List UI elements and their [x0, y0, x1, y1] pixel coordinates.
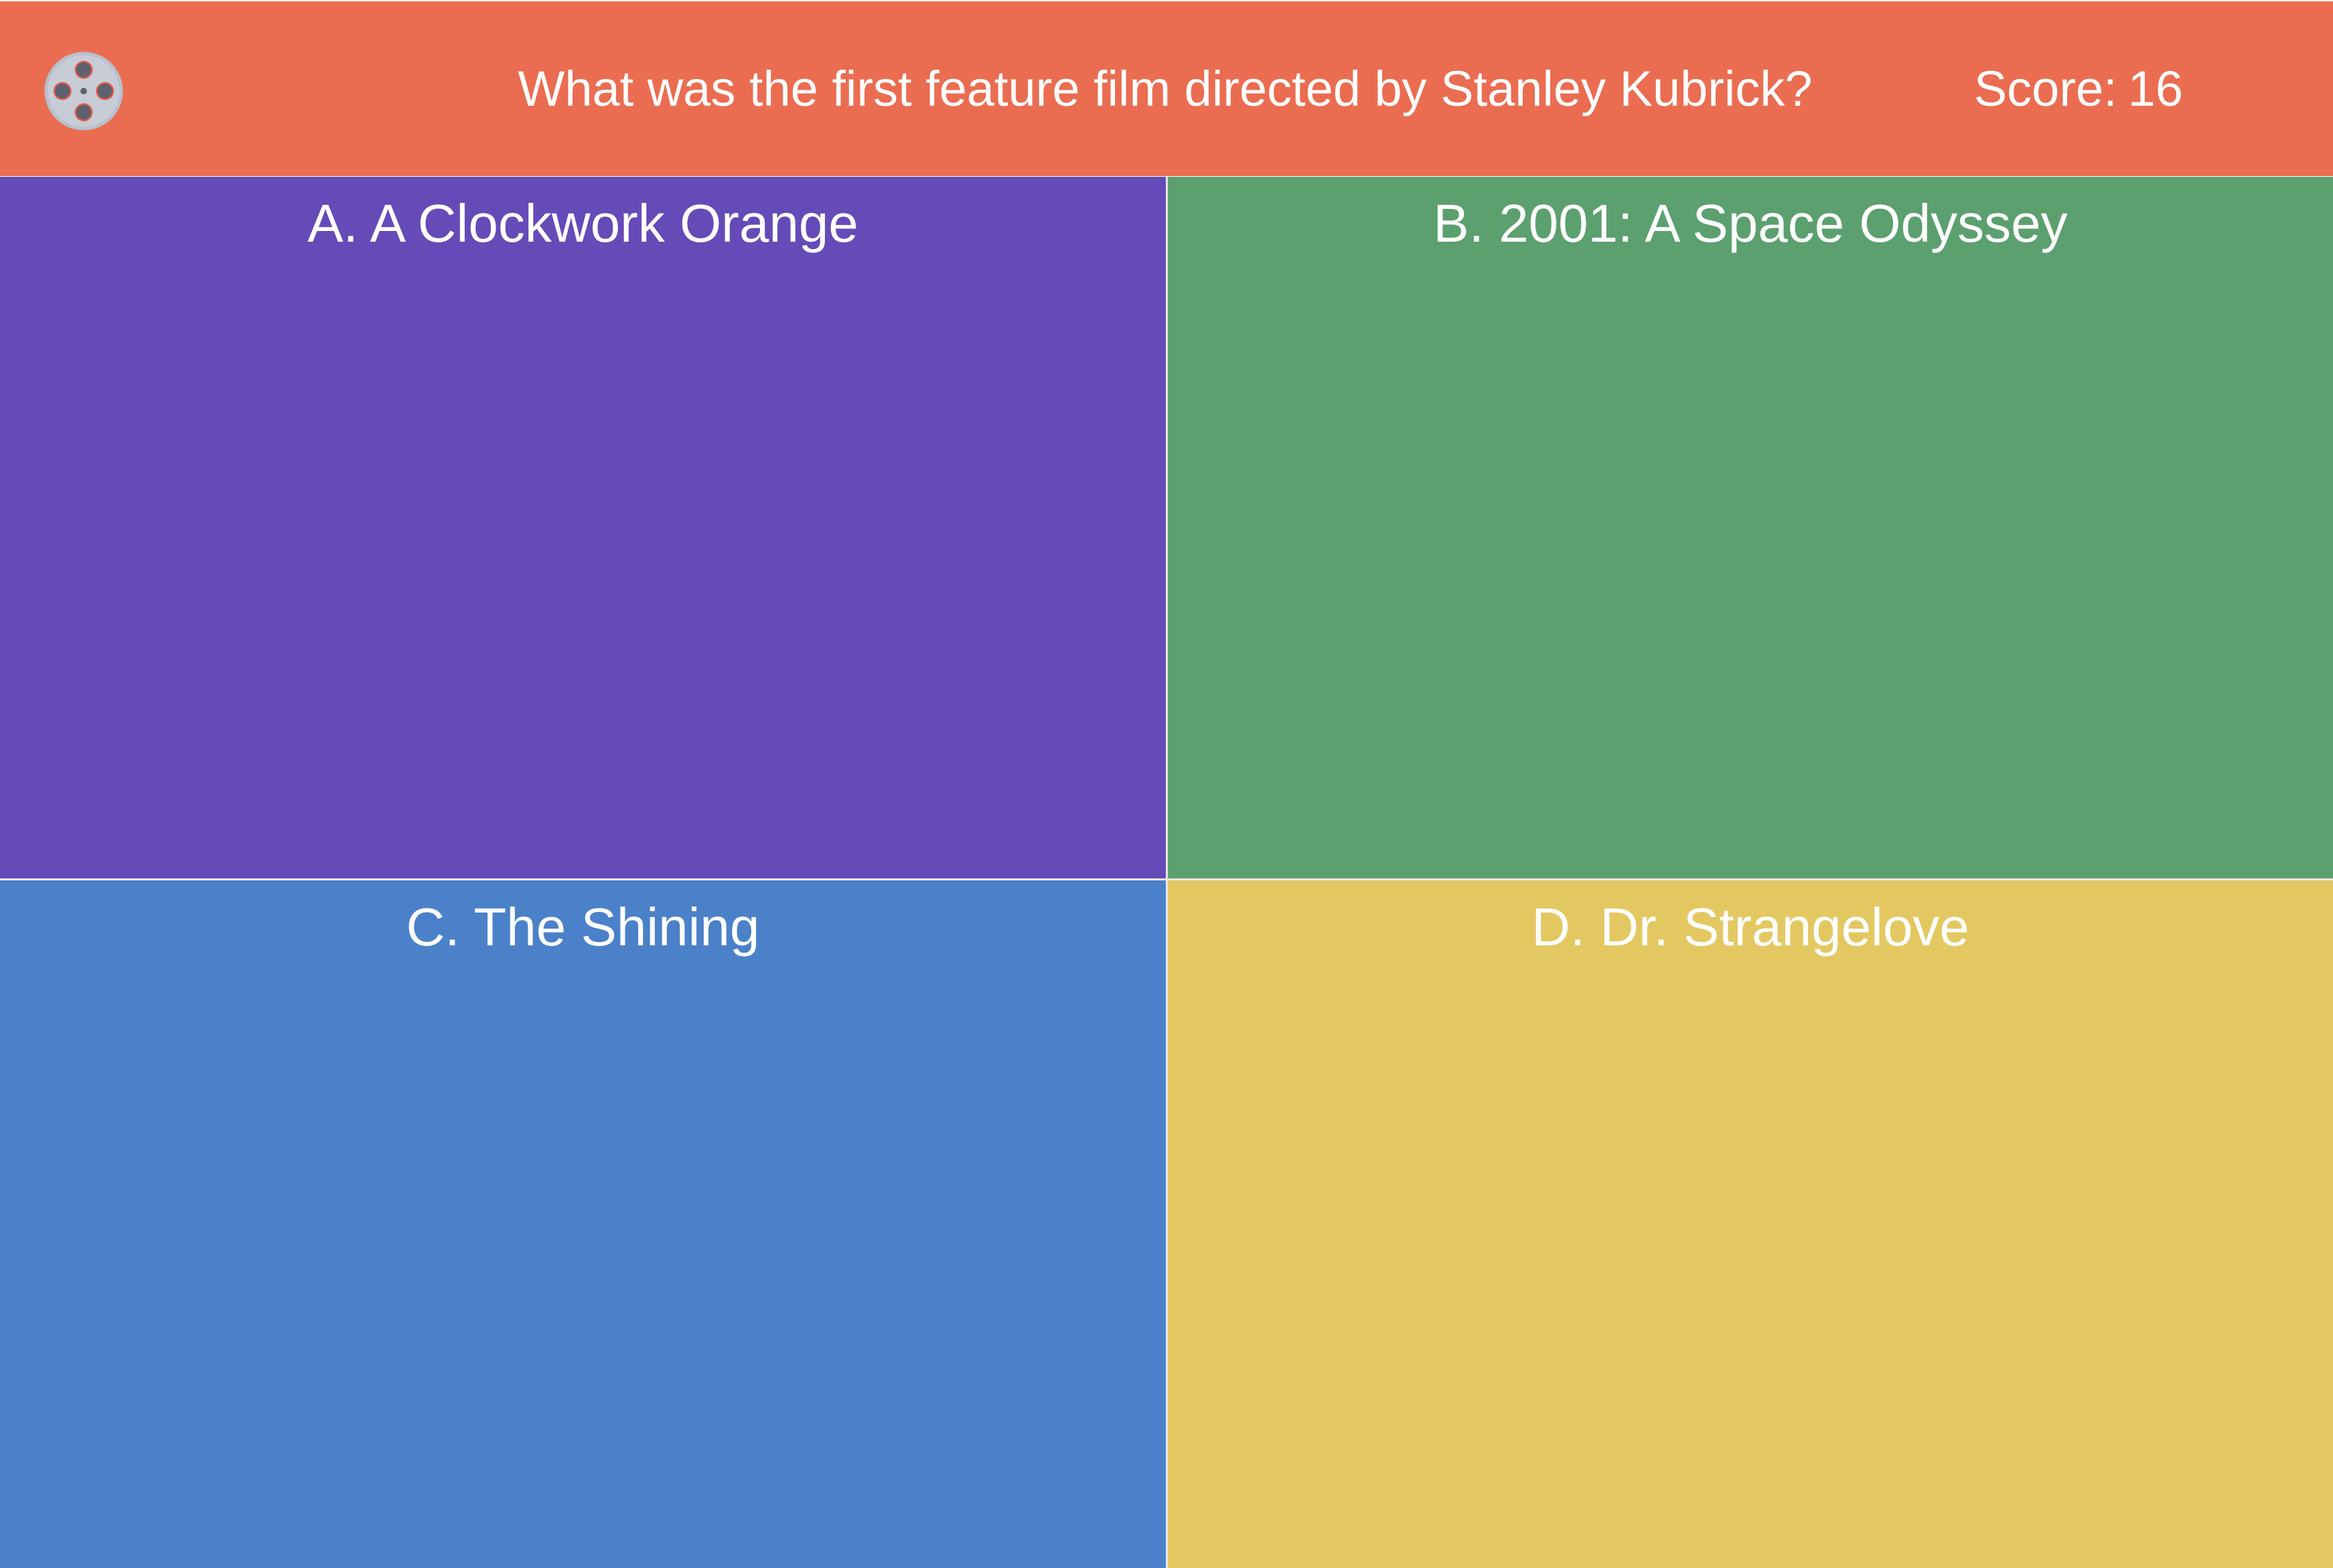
horizontal-divider [0, 878, 2333, 880]
answer-a-label: A Clockwork Orange [370, 193, 858, 253]
answer-c-letter: C. [406, 897, 460, 957]
answer-b-label: 2001: A Space Odyssey [1499, 193, 2068, 253]
answer-d-text: D. Dr. Strangelove [1168, 880, 2333, 958]
question-header: What was the first feature film directed… [0, 1, 2333, 176]
answer-d-label: Dr. Strangelove [1600, 897, 1969, 957]
answer-option-b[interactable]: B. 2001: A Space Odyssey [1168, 177, 2333, 878]
vertical-divider [1166, 177, 1168, 1568]
question-text: What was the first feature film directed… [518, 61, 1813, 116]
score-value: 16 [2127, 61, 2183, 116]
trivia-app: What was the first feature film directed… [0, 0, 2333, 1568]
film-reel-icon[interactable] [43, 50, 125, 132]
answer-c-label: The Shining [473, 897, 760, 957]
score-label: Score: [1973, 61, 2117, 116]
answer-a-text: A. A Clockwork Orange [0, 177, 1166, 254]
answer-option-d[interactable]: D. Dr. Strangelove [1168, 880, 2333, 1568]
answer-grid: A. A Clockwork Orange B. 2001: A Space O… [0, 177, 2333, 1568]
score-display: Score: 16 [1942, 1, 2183, 176]
answer-a-letter: A. [307, 193, 358, 253]
answer-b-letter: B. [1433, 193, 1484, 253]
answer-c-text: C. The Shining [0, 880, 1166, 958]
answer-d-letter: D. [1531, 897, 1586, 957]
answer-b-text: B. 2001: A Space Odyssey [1168, 177, 2333, 254]
answer-option-c[interactable]: C. The Shining [0, 880, 1166, 1568]
answer-option-a[interactable]: A. A Clockwork Orange [0, 177, 1166, 878]
